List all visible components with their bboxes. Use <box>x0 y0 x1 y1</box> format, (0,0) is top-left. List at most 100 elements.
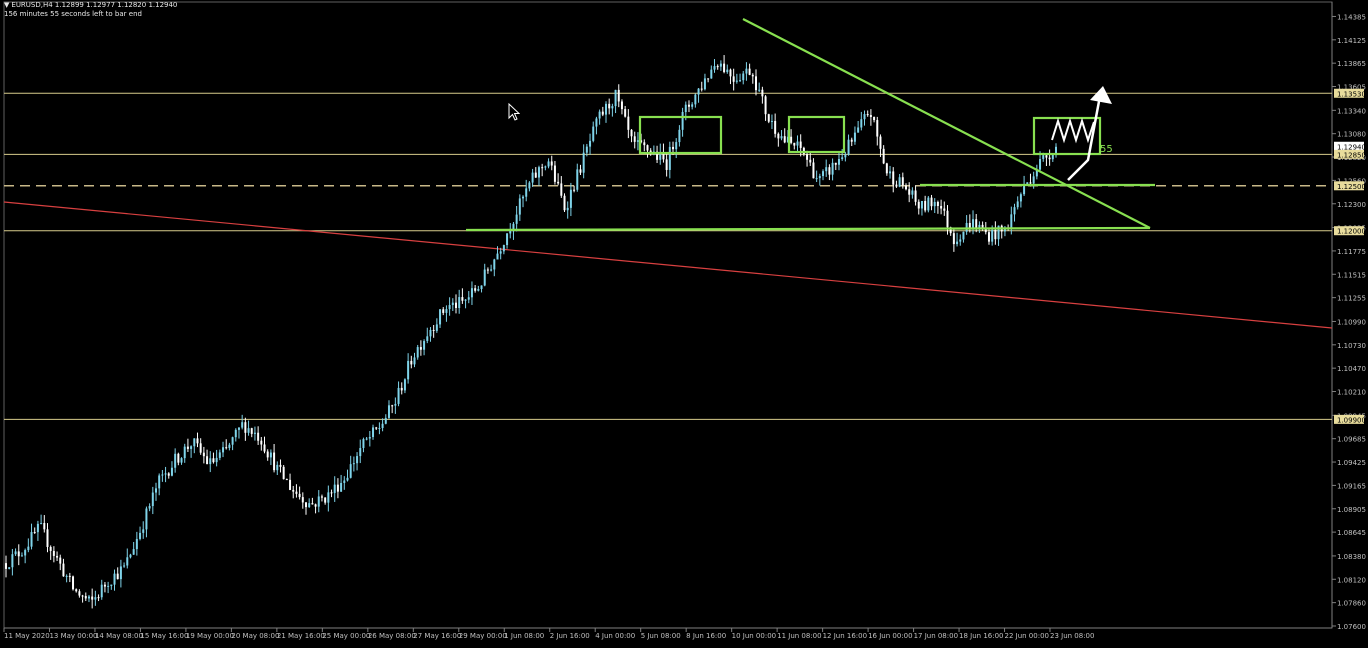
candle-body <box>413 357 416 365</box>
candle-body <box>703 78 706 90</box>
candle-body <box>458 297 461 308</box>
candle-body <box>5 563 7 569</box>
candle-body <box>139 532 142 539</box>
price-tick-label: 1.11515 <box>1337 271 1366 279</box>
candle-body <box>882 148 885 164</box>
candle-body <box>1039 158 1042 170</box>
candle-body <box>850 139 853 142</box>
price-tick-label: 1.14125 <box>1337 37 1366 45</box>
candle-body <box>691 104 694 107</box>
candle-body <box>333 484 336 494</box>
time-tick-label: 1 Jun 08:00 <box>504 632 544 640</box>
candle-body <box>372 427 375 438</box>
candle-body <box>952 233 955 245</box>
candle-body <box>879 136 882 149</box>
candle-body <box>515 214 518 224</box>
price-chart[interactable]: 55 1.143851.141251.138651.136051.133401.… <box>0 0 1368 648</box>
candle-body <box>49 546 52 551</box>
price-tick-label: 1.08645 <box>1337 529 1366 537</box>
collapse-triangle-icon[interactable]: ▼ <box>4 1 9 9</box>
candle-body <box>592 126 595 141</box>
candle-body <box>391 405 394 407</box>
time-tick-label: 29 May 00:00 <box>459 632 507 640</box>
candle-body <box>898 177 901 187</box>
candle-body <box>962 231 965 240</box>
candle-body <box>573 189 576 191</box>
candle-body <box>1026 182 1029 184</box>
candle-body <box>394 403 397 406</box>
candle-body <box>439 309 442 325</box>
chart-window[interactable]: 55 1.14385 1.14125 1.13865 1.13605 1.13340 1.… <box>0 0 1368 648</box>
candle-body <box>611 106 614 109</box>
candle-body <box>627 116 630 130</box>
candle-body <box>231 437 234 445</box>
candle-body <box>595 118 598 127</box>
white-zigzag-projection[interactable] <box>1051 117 1095 144</box>
candle-body <box>914 190 917 202</box>
candle-body <box>135 538 138 550</box>
candle-body <box>330 492 333 494</box>
candle-body <box>215 457 218 463</box>
candle-body <box>665 159 668 170</box>
candle-body <box>499 251 502 254</box>
green-support-line[interactable] <box>465 226 1151 232</box>
candle-body <box>735 80 738 82</box>
candle-body <box>400 387 403 391</box>
mouse-pointer-icon <box>508 103 520 121</box>
candle-body <box>908 189 911 195</box>
candle-body <box>250 428 253 434</box>
candle-body <box>793 142 796 146</box>
candle-body <box>486 269 489 271</box>
candle-body <box>43 523 46 530</box>
candle-body <box>260 440 263 445</box>
time-tick-label: 14 May 08:00 <box>95 632 143 640</box>
candle-body <box>241 422 244 428</box>
red-trend-line[interactable] <box>3 201 1333 329</box>
candle-body <box>684 104 687 113</box>
candle-body <box>257 432 260 441</box>
candle-body <box>336 484 339 492</box>
candle-body <box>81 595 84 597</box>
candle-body <box>822 171 825 177</box>
candle-body <box>841 157 844 160</box>
candle-body <box>1010 214 1013 229</box>
candle-body <box>901 177 904 186</box>
candle-body <box>237 427 240 430</box>
candle-body <box>24 550 27 556</box>
candle-body <box>295 491 298 494</box>
candle-body <box>464 299 467 301</box>
candle-body <box>509 231 512 234</box>
candle-body <box>87 596 90 599</box>
green-consolidation-box-1[interactable] <box>638 115 723 155</box>
candle-body <box>148 506 151 509</box>
candle-body <box>895 184 898 187</box>
candle-body <box>352 463 355 465</box>
time-tick-label: 12 Jun 16:00 <box>823 632 867 640</box>
candle-body <box>672 146 675 150</box>
candle-body <box>857 127 860 133</box>
candle-body <box>582 152 585 173</box>
candle-body <box>442 309 445 313</box>
time-tick-label: 20 May 08:00 <box>231 632 279 640</box>
time-axis: 11 May 2020 13 May 00:0014 May 08:0015 Ma… <box>3 628 1094 640</box>
price-axis: 1.143851.141251.138651.136051.133401.130… <box>1332 13 1366 631</box>
candle-body <box>247 428 250 433</box>
candle-body <box>617 89 620 102</box>
green-descending-trendline[interactable] <box>742 18 1151 229</box>
candle-body <box>528 182 531 189</box>
candle-body <box>375 427 378 429</box>
candle-body <box>541 167 544 169</box>
candle-body <box>426 336 429 342</box>
candle-body <box>368 437 371 439</box>
candle-body <box>40 523 43 525</box>
candle-body <box>269 452 272 458</box>
candle-body <box>8 567 11 569</box>
candle-body <box>142 529 145 533</box>
candle-body <box>927 197 930 211</box>
white-projection-arrow[interactable] <box>1067 95 1102 181</box>
symbol-info: ▼ EURUSD,H4 1.12899 1.12977 1.12820 1.129… <box>4 1 177 10</box>
candle-body <box>110 584 113 586</box>
candle-body <box>365 438 368 440</box>
time-tick-label: 18 Jun 16:00 <box>959 632 1003 640</box>
candle-body <box>263 444 266 452</box>
